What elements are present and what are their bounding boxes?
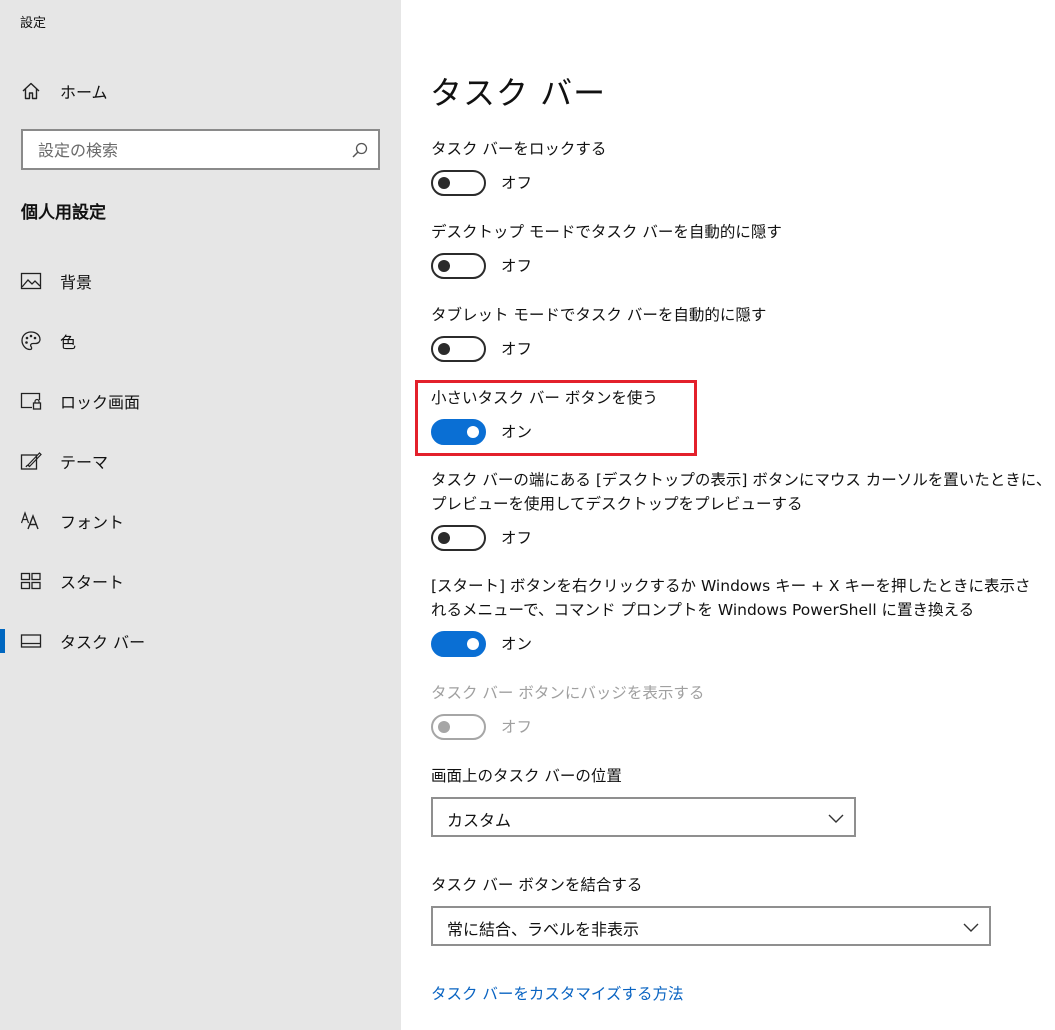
position-value: カスタム [447,811,512,830]
position-dropdown[interactable]: カスタム [431,797,856,837]
font-icon [20,510,42,532]
setting-small-buttons: 小さいタスク バー ボタンを使う オン [431,386,658,445]
toggle-knob [438,343,450,355]
sidebar-item-theme[interactable]: テーマ [0,439,401,483]
peek-toggle[interactable] [431,525,486,551]
small-buttons-toggle[interactable] [431,419,486,445]
setting-peek: タスク バーの端にある [デスクトップの表示] ボタンにマウス カーソルを置いた… [431,468,1051,551]
page-title: タスク バー [430,74,607,112]
setting-label-line1: [スタート] ボタンを右クリックするか Windows キー + X キーを押し… [431,577,1031,595]
lock-screen-icon [20,390,42,412]
toggle-state: オフ [501,257,533,275]
chevron-down-icon [963,919,979,933]
position-label: 画面上のタスク バーの位置 [431,767,622,785]
autohide-tablet-toggle[interactable] [431,336,486,362]
setting-label: タスク バーをロックする [431,140,607,158]
sidebar-item-label: フォント [60,513,125,532]
taskbar-icon [20,630,42,652]
picture-icon [20,270,42,292]
toggle-state: オン [501,423,533,441]
combine-dropdown[interactable]: 常に結合、ラベルを非表示 [431,906,991,946]
palette-icon [20,330,42,352]
home-nav-item[interactable]: ホーム [0,69,401,113]
home-label: ホーム [60,83,108,102]
setting-label-line1: タスク バーの端にある [デスクトップの表示] ボタンにマウス カーソルを置いた… [431,471,1052,489]
setting-label: デスクトップ モードでタスク バーを自動的に隠す [431,223,782,241]
sidebar-item-taskbar[interactable]: タスク バー [0,619,401,663]
setting-label: タスク バー ボタンにバッジを表示する [431,684,705,702]
toggle-state: オフ [501,529,533,547]
setting-label-line2: プレビューを使用してデスクトップをプレビューする [431,495,803,513]
sidebar-item-label: ロック画面 [60,393,141,412]
setting-autohide-tablet: タブレット モードでタスク バーを自動的に隠す オフ [431,303,766,362]
toggle-state: オフ [501,340,533,358]
badges-toggle[interactable] [431,714,486,740]
toggle-knob [438,721,450,733]
sidebar-item-label: 色 [60,333,77,352]
sidebar-item-color[interactable]: 色 [0,319,401,363]
search-input[interactable] [38,139,338,161]
sidebar-item-font[interactable]: フォント [0,499,401,543]
toggle-state: オフ [501,718,533,736]
sidebar-item-start[interactable]: スタート [0,559,401,603]
sidebar: 設定 ホーム 個人用設定 背景 色 ロック画面 テーマ [0,0,401,1030]
theme-icon [20,450,42,472]
toggle-knob [467,426,479,438]
search-box[interactable] [21,129,380,170]
combine-value: 常に結合、ラベルを非表示 [447,920,640,939]
toggle-knob [467,638,479,650]
toggle-knob [438,177,450,189]
lock-taskbar-toggle[interactable] [431,170,486,196]
sidebar-item-lock-screen[interactable]: ロック画面 [0,379,401,423]
toggle-knob [438,260,450,272]
search-icon[interactable] [351,141,369,159]
sidebar-item-background[interactable]: 背景 [0,259,401,303]
position-label-block: 画面上のタスク バーの位置 [431,764,622,788]
autohide-desktop-toggle[interactable] [431,253,486,279]
sidebar-item-label: テーマ [60,453,109,472]
sidebar-item-label: 背景 [60,273,93,292]
setting-autohide-desktop: デスクトップ モードでタスク バーを自動的に隠す オフ [431,220,782,279]
sidebar-item-label: スタート [60,573,125,592]
selection-indicator [0,629,5,653]
start-icon [20,570,42,592]
sidebar-item-label: タスク バー [60,633,146,652]
powershell-toggle[interactable] [431,631,486,657]
setting-lock-taskbar: タスク バーをロックする オフ [431,137,606,196]
combine-label-block: タスク バー ボタンを結合する [431,873,642,897]
setting-label: 小さいタスク バー ボタンを使う [431,389,658,407]
combine-label: タスク バー ボタンを結合する [431,876,643,894]
main-panel: タスク バー タスク バーをロックする オフ デスクトップ モードでタスク バー… [401,0,1055,1030]
customize-help-link[interactable]: タスク バーをカスタマイズする方法 [431,982,683,1004]
setting-label-line2: れるメニューで、コマンド プロンプトを Windows PowerShell に… [431,601,975,619]
toggle-state: オン [501,635,533,653]
home-icon [20,80,42,102]
section-heading: 個人用設定 [21,203,106,223]
app-title: 設定 [20,16,47,31]
toggle-knob [438,532,450,544]
setting-powershell: [スタート] ボタンを右クリックするか Windows キー + X キーを押し… [431,574,1030,657]
chevron-down-icon [828,810,844,824]
setting-badges: タスク バー ボタンにバッジを表示する オフ [431,681,704,740]
setting-label: タブレット モードでタスク バーを自動的に隠す [431,306,767,324]
toggle-state: オフ [501,174,533,192]
